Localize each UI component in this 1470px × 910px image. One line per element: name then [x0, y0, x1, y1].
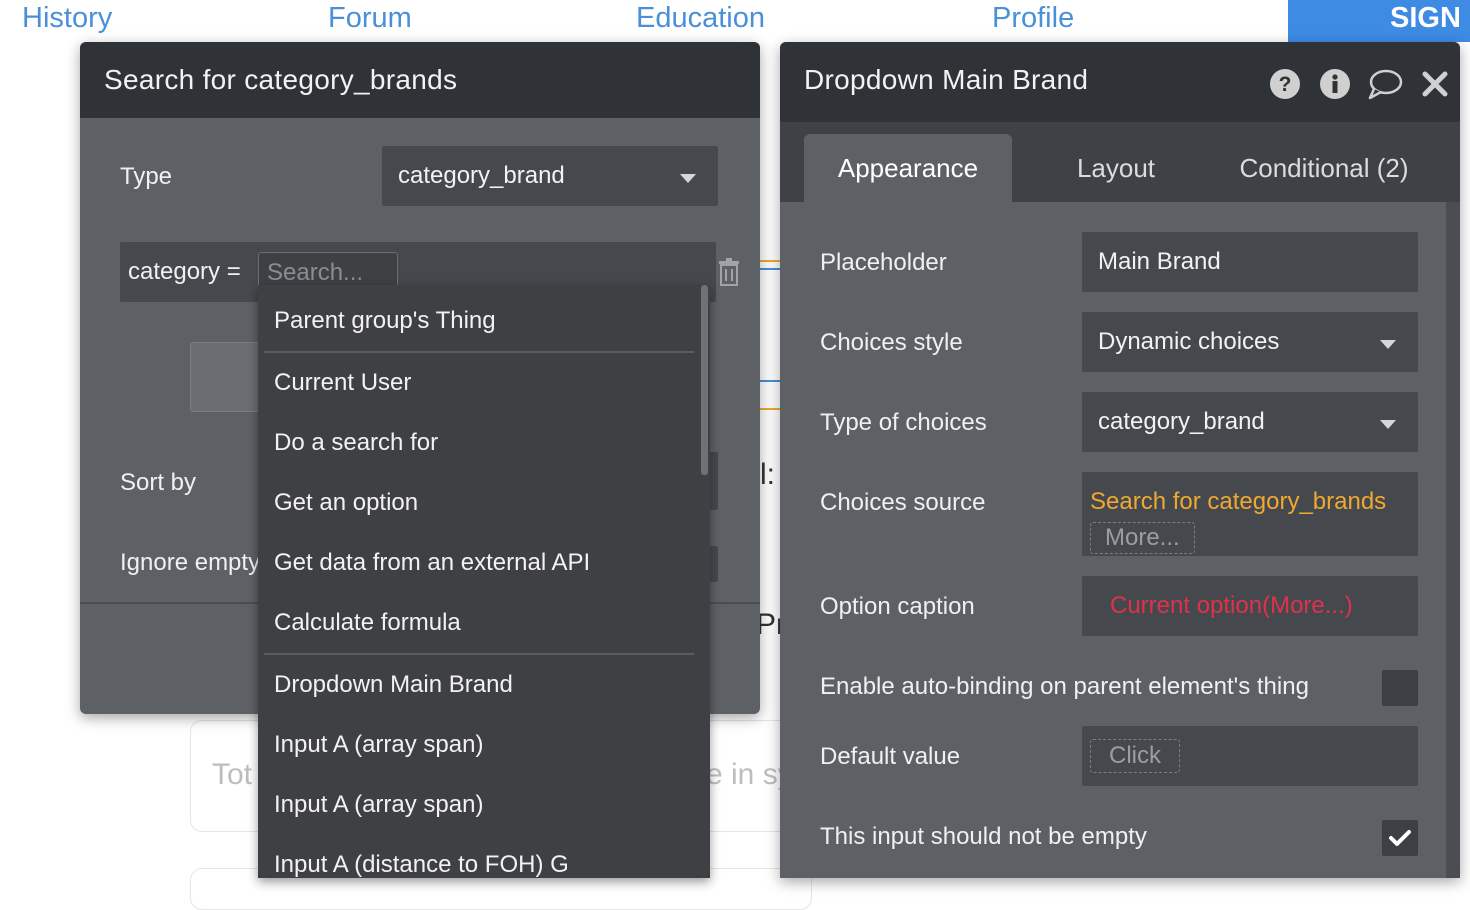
- panel-header: Dropdown Main Brand: [780, 42, 1460, 122]
- chevron-down-icon: [680, 174, 696, 183]
- nav-link-history[interactable]: History: [22, 0, 112, 36]
- chevron-down-icon: [1380, 340, 1396, 349]
- background-line: [760, 268, 782, 270]
- nav-link-education[interactable]: Education: [636, 0, 765, 36]
- menu-item[interactable]: Do a search for: [274, 429, 438, 457]
- speech-bubble-icon[interactable]: [1367, 68, 1403, 100]
- signup-button[interactable]: SIGN UP: [1288, 0, 1470, 42]
- tab-layout[interactable]: Layout: [1040, 134, 1192, 202]
- add-constraint-button[interactable]: [190, 342, 262, 412]
- nav-link-profile[interactable]: Profile: [992, 0, 1074, 36]
- tab-conditional[interactable]: Conditional (2): [1216, 134, 1432, 202]
- sort-by-label: Sort by: [120, 469, 197, 496]
- choices-source-value[interactable]: Search for category_brands: [1090, 488, 1386, 516]
- menu-item[interactable]: Input A (array span): [274, 791, 483, 819]
- panel-scrollbar[interactable]: [1446, 202, 1460, 878]
- choices-source-more[interactable]: More...: [1090, 522, 1195, 554]
- placeholder-input[interactable]: Main Brand: [1082, 232, 1418, 292]
- panel-title: Dropdown Main Brand: [804, 64, 1089, 95]
- menu-divider: [264, 351, 694, 353]
- background-line: [760, 260, 782, 262]
- background-text: Tot: [212, 758, 253, 791]
- placeholder-value: Main Brand: [1098, 248, 1221, 275]
- option-caption-expression[interactable]: Current option(More...): [1082, 576, 1418, 636]
- close-icon[interactable]: [1421, 68, 1449, 100]
- panel-title: Search for category_brands: [104, 64, 458, 95]
- checkmark-icon: [1389, 830, 1411, 846]
- type-label: Type: [120, 163, 173, 190]
- panel-header: Search for category_brands: [80, 42, 760, 118]
- menu-item[interactable]: Dropdown Main Brand: [274, 671, 513, 699]
- menu-item[interactable]: Input A (distance to FOH) G: [274, 851, 569, 879]
- choices-style-value: Dynamic choices: [1098, 328, 1280, 355]
- dynamic-data-menu: Parent group's Thing Current User Do a s…: [258, 285, 710, 878]
- default-value-input[interactable]: Click: [1082, 726, 1418, 786]
- auto-binding-label: Enable auto-binding on parent element's …: [820, 673, 1309, 700]
- constraint-placeholder: Search...: [267, 259, 364, 286]
- type-dropdown[interactable]: category_brand: [382, 146, 718, 206]
- chevron-down-icon: [1380, 420, 1396, 429]
- menu-item[interactable]: Current User: [274, 369, 411, 397]
- choices-source-expression[interactable]: Search for category_brands More...: [1082, 472, 1418, 556]
- background-text: l:: [760, 458, 775, 491]
- menu-item[interactable]: Get data from an external API: [274, 549, 590, 577]
- choices-style-label: Choices style: [820, 329, 963, 356]
- placeholder-label: Placeholder: [820, 249, 947, 276]
- svg-text:?: ?: [1279, 73, 1292, 96]
- menu-divider: [264, 653, 694, 655]
- default-value-label: Default value: [820, 743, 961, 770]
- choices-style-dropdown[interactable]: Dynamic choices: [1082, 312, 1418, 372]
- menu-item[interactable]: Parent group's Thing: [274, 307, 496, 335]
- menu-scrollbar[interactable]: [701, 285, 708, 475]
- menu-item[interactable]: Input A (array span): [274, 731, 483, 759]
- top-navigation: History Forum Education Profile SIGN UP: [0, 0, 1470, 42]
- type-of-choices-value: category_brand: [1098, 408, 1265, 435]
- not-empty-label: This input should not be empty: [820, 823, 1147, 850]
- type-of-choices-label: Type of choices: [820, 409, 987, 436]
- constraint-label: category =: [128, 258, 241, 285]
- background-line: [760, 408, 782, 410]
- option-caption-value[interactable]: Current option(More...): [1110, 592, 1353, 620]
- choices-source-label: Choices source: [820, 489, 986, 516]
- trash-icon[interactable]: [718, 258, 740, 286]
- default-value-click[interactable]: Click: [1090, 739, 1180, 773]
- question-circle-icon[interactable]: ?: [1269, 68, 1301, 100]
- background-line: [760, 380, 782, 382]
- nav-link-forum[interactable]: Forum: [328, 0, 412, 36]
- type-of-choices-dropdown[interactable]: category_brand: [1082, 392, 1418, 452]
- tab-appearance[interactable]: Appearance: [804, 134, 1012, 202]
- menu-item[interactable]: Calculate formula: [274, 609, 461, 637]
- menu-item[interactable]: Get an option: [274, 489, 418, 517]
- type-dropdown-value: category_brand: [398, 162, 565, 189]
- ignore-empty-label: Ignore empty constraints: [120, 549, 260, 576]
- auto-binding-checkbox[interactable]: [1382, 670, 1418, 706]
- info-circle-icon[interactable]: [1319, 68, 1351, 100]
- not-empty-checkbox[interactable]: [1382, 820, 1418, 856]
- option-caption-label: Option caption: [820, 593, 975, 620]
